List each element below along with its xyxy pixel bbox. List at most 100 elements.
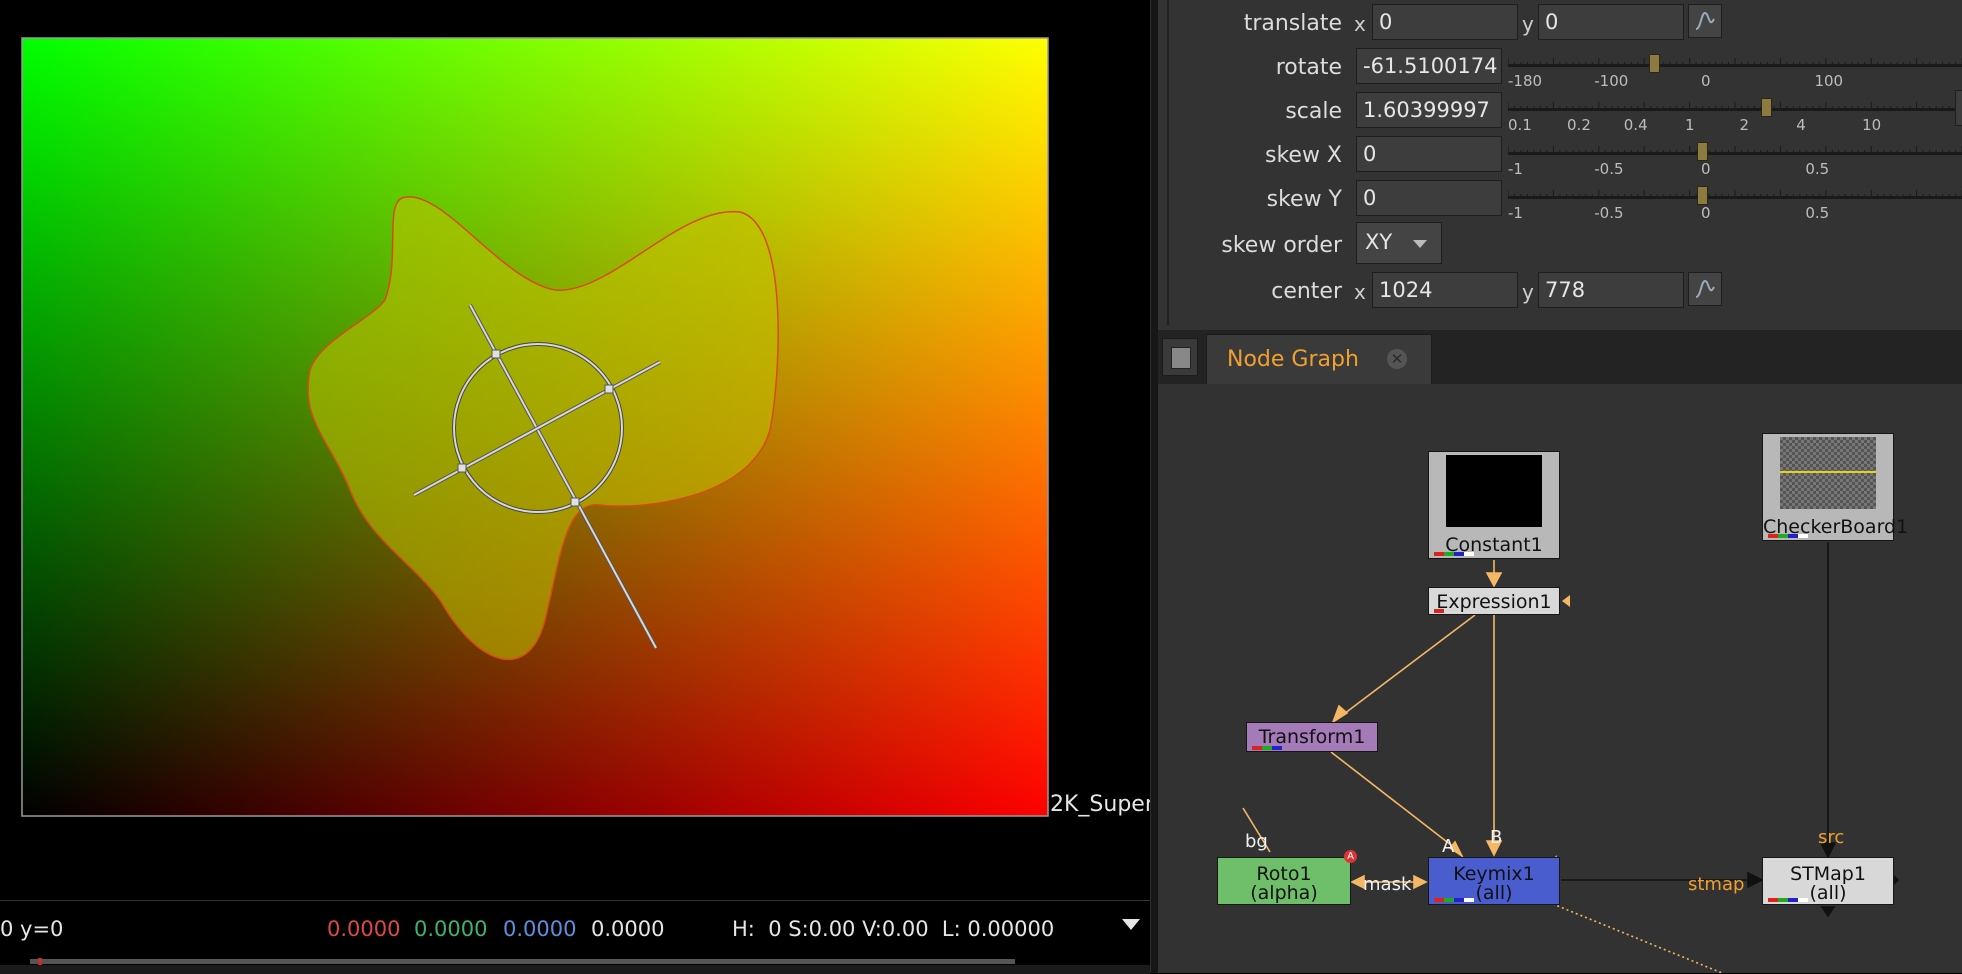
panel-icon [1171, 347, 1191, 369]
arrow-head-icon [1747, 871, 1764, 889]
scale-label: scale [1285, 99, 1342, 124]
skew-x-label: skew X [1264, 143, 1342, 168]
scale-slider-tick-label: 10 [1862, 116, 1882, 134]
rotate-slider-tick-label: 100 [1814, 72, 1844, 90]
translate-y-field[interactable]: 0 [1538, 4, 1684, 40]
chevron-down-icon [1413, 240, 1427, 248]
scale-slider-tick-label: 0.4 [1623, 116, 1648, 134]
pixel-coords: 0 y=0 [0, 917, 64, 941]
node-expression[interactable]: Expression1 [1428, 587, 1560, 615]
channel-r [1252, 746, 1262, 750]
translate-label: translate [1243, 11, 1342, 36]
panel-menu-button[interactable] [1162, 338, 1198, 376]
skew-x-field[interactable]: 0 [1356, 136, 1502, 172]
node-keymix[interactable]: Keymix1 (all) [1428, 857, 1560, 905]
pipe-expression-transform [1335, 614, 1476, 721]
channel-b [1454, 552, 1464, 556]
node-stmap[interactable]: STMap1 (all) [1762, 857, 1894, 905]
pixel-hsvl: H: 0 S:0.00 V:0.00 L: 0.00000 [732, 917, 1055, 941]
rotate-slider-tick-label: -100 [1594, 72, 1629, 90]
scale-slider-tick-label: 2 [1739, 116, 1750, 134]
node-checkerboard[interactable]: CheckerBoard1 [1762, 433, 1908, 541]
channel-b [1454, 898, 1464, 902]
scale-field[interactable]: 1.60399997 [1356, 92, 1502, 128]
curve-icon [1695, 279, 1715, 298]
node-transform-label: Transform1 [1258, 726, 1366, 748]
input-label-a: A [1442, 836, 1455, 857]
scale-slider-tick-label: 4 [1796, 116, 1806, 134]
rotate-slider-handle[interactable] [1648, 54, 1660, 73]
channel-g [1444, 898, 1454, 902]
input-label-b: B [1490, 827, 1503, 848]
channel-r [1434, 898, 1444, 902]
arrow-head-icon [1413, 874, 1428, 890]
skew-y-slider-tick-label: -0.5 [1594, 204, 1624, 222]
tab-node-graph[interactable]: Node Graph ✕ [1206, 334, 1432, 384]
constant-thumbnail [1446, 455, 1542, 527]
skew-order-value: XY [1365, 230, 1393, 254]
viewer-panel[interactable]: 2K_Super 0 y=0 0.0000 0.0000 0.0000 0.00… [0, 0, 1154, 974]
skew-x-slider[interactable]: -1 -0.5 0 0.5 [1508, 138, 1962, 178]
scale-slider[interactable]: 0.1 0.2 0.4 1 2 4 10 [1508, 94, 1962, 134]
input-label-stmap: stmap [1688, 874, 1745, 895]
scale-slider-handle[interactable] [1761, 98, 1773, 117]
node-constant[interactable]: Constant1 [1428, 451, 1560, 559]
rotate-slider-tick-label: 0 [1700, 72, 1711, 90]
scale-slider-tick-label: 0.2 [1567, 116, 1591, 134]
scale-extra-field[interactable] [1955, 90, 1962, 126]
scale-slider-tick-label: 0.1 [1508, 116, 1532, 134]
center-label: center [1271, 279, 1342, 304]
skew-y-slider-handle[interactable] [1696, 186, 1708, 205]
status-menu-arrow-icon[interactable] [1122, 919, 1140, 930]
pixel-red: 0.0000 [327, 917, 401, 941]
skew-order-label: skew order [1221, 233, 1342, 258]
center-y-field[interactable]: 778 [1538, 272, 1684, 308]
skew-y-slider-tick-label: 0.5 [1805, 204, 1830, 222]
viewer-status-bar: 0 y=0 0.0000 0.0000 0.0000 0.0000 H: 0 S… [0, 900, 1150, 974]
translate-curve-button[interactable] [1688, 4, 1722, 38]
mask-input-arrow-icon[interactable] [1562, 595, 1570, 607]
rotate-label: rotate [1275, 55, 1342, 80]
tab-node-graph-label: Node Graph [1227, 347, 1359, 372]
arrow-head-icon [1820, 906, 1836, 918]
node-transform[interactable]: Transform1 [1246, 722, 1378, 752]
channel-g [1778, 534, 1788, 538]
center-x-label: x [1354, 280, 1366, 304]
input-label-src: src [1818, 827, 1845, 848]
pixel-green: 0.0000 [414, 917, 488, 941]
center-curve-button[interactable] [1688, 272, 1722, 306]
rotate-field[interactable]: -61.5100174 [1356, 48, 1502, 84]
node-roto[interactable]: Roto1 (alpha) [1217, 857, 1351, 905]
pipe-keymix-out [1547, 901, 1723, 973]
channel-b [1788, 898, 1798, 902]
scale-slider-ticks [1508, 102, 1962, 111]
arrow-head-icon [1331, 704, 1349, 724]
skew-y-slider[interactable]: -1 -0.5 0 0.5 [1508, 182, 1962, 222]
skew-order-dropdown[interactable]: XY [1356, 222, 1442, 264]
roto-animated-badge: A [1344, 850, 1357, 863]
curve-icon [1695, 11, 1715, 30]
checkerboard-thumbnail [1780, 437, 1876, 509]
skew-y-slider-tick-label: 0 [1700, 204, 1711, 222]
channel-r [1768, 534, 1778, 538]
skew-y-slider-tick-label: -1 [1508, 204, 1523, 222]
channel-g [1778, 898, 1788, 902]
skew-x-slider-handle[interactable] [1696, 142, 1708, 161]
skew-x-slider-tick-label: 0 [1700, 160, 1711, 178]
channel-a [1464, 898, 1474, 902]
rotate-slider-ticks [1508, 58, 1962, 67]
pipe-transform-keymix-a [1330, 751, 1461, 853]
close-icon[interactable]: ✕ [1387, 349, 1407, 369]
center-x-field[interactable]: 1024 [1372, 272, 1518, 308]
format-label: 2K_Super [1050, 792, 1154, 817]
scale-slider-tick-label: 1 [1685, 116, 1695, 134]
skew-y-field[interactable]: 0 [1356, 180, 1502, 216]
translate-x-field[interactable]: 0 [1372, 4, 1518, 40]
viewer-canvas[interactable] [0, 0, 1150, 900]
node-expression-label: Expression1 [1436, 591, 1552, 613]
rotate-slider[interactable]: -180 -100 0 100 [1508, 50, 1962, 90]
checker-line [1780, 471, 1876, 473]
timeline-bar[interactable] [30, 959, 1015, 964]
channel-g [1262, 746, 1272, 750]
skew-y-label: skew Y [1266, 187, 1342, 212]
